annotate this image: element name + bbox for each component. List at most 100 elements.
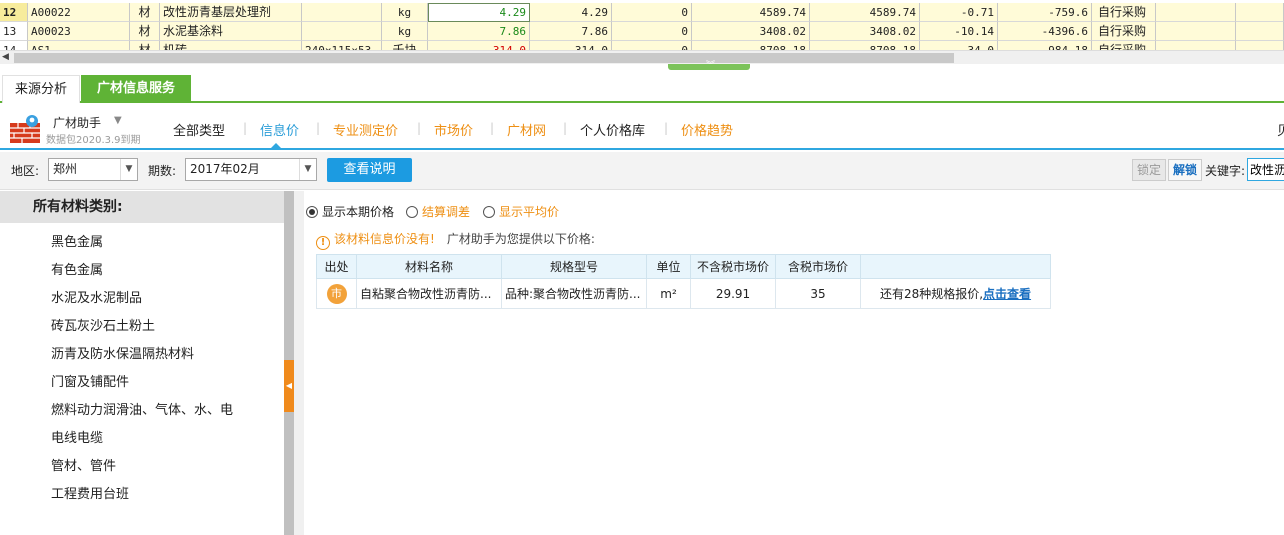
tab-professional-price[interactable]: 专业测定价	[333, 120, 398, 140]
collapse-grip[interactable]: ︾	[668, 61, 750, 71]
price-cell[interactable]: 4.29	[428, 3, 530, 22]
source-cell[interactable]: 自行采购	[1092, 22, 1156, 41]
material-name-cell[interactable]: 自粘聚合物改性沥青防...	[356, 278, 502, 309]
value2-cell[interactable]: 4589.74	[810, 3, 920, 22]
diff-cell[interactable]: -10.14	[920, 22, 998, 41]
table-row[interactable]: 13 A00023 材 水泥基涂料 kg 7.86 7.86 0 3408.02…	[0, 22, 1284, 41]
radio-unchecked-icon[interactable]	[406, 206, 418, 218]
type-cell[interactable]: 材	[130, 3, 160, 22]
price-ex-tax-cell[interactable]: 29.91	[690, 278, 776, 309]
type-cell[interactable]: 材	[130, 22, 160, 41]
category-item[interactable]: 沥青及防水保温隔热材料	[51, 343, 194, 363]
tab-info-price[interactable]: 信息价	[260, 120, 299, 140]
type-cell[interactable]: 材	[130, 41, 160, 50]
code-cell[interactable]: AS1	[28, 41, 130, 50]
view-explanation-button[interactable]: 查看说明	[327, 158, 412, 182]
category-item[interactable]: 水泥及水泥制品	[51, 287, 142, 307]
panel-splitter[interactable]: ︾	[0, 61, 1284, 72]
zero-cell[interactable]: 0	[612, 3, 692, 22]
value2-cell[interactable]: 8708.18	[810, 41, 920, 50]
category-item[interactable]: 电线电缆	[51, 427, 103, 447]
scroll-left-icon[interactable]: ◀	[2, 52, 9, 62]
unit-cell[interactable]: kg	[382, 3, 428, 22]
code-cell[interactable]: A00023	[28, 22, 130, 41]
category-item[interactable]: 管材、管件	[51, 455, 116, 475]
radio-average-price[interactable]: 显示平均价	[483, 203, 559, 219]
tab-all-types[interactable]: 全部类型	[173, 120, 225, 140]
code-cell[interactable]: A00022	[28, 3, 130, 22]
price-in-tax-cell[interactable]: 35	[775, 278, 861, 309]
category-item[interactable]: 工程费用台班	[51, 483, 129, 503]
value-cell[interactable]: 8708.18	[692, 41, 810, 50]
table-row[interactable]: 12 A00022 材 改性沥青基层处理剂 kg 4.29 4.29 0 458…	[0, 3, 1284, 22]
brand-name[interactable]: 广材助手	[53, 114, 101, 131]
scrollbar-thumb[interactable]	[14, 53, 954, 63]
category-item[interactable]: 门窗及铺配件	[51, 371, 129, 391]
spec-cell[interactable]: 品种:聚合物改性沥青防...	[501, 278, 647, 309]
category-item[interactable]: 燃料动力润滑油、气体、水、电	[51, 399, 233, 419]
source-cell[interactable]: 自行采购	[1092, 3, 1156, 22]
unit-cell[interactable]: 千块	[382, 41, 428, 50]
price-cell[interactable]: 7.86	[428, 22, 530, 41]
chevron-down-icon[interactable]: ▼	[120, 159, 137, 180]
horizontal-scrollbar[interactable]: ◀	[0, 50, 1284, 64]
view-more-link[interactable]: 点击查看	[983, 287, 1031, 301]
diff-cell[interactable]: -0.71	[920, 3, 998, 22]
extra-cell[interactable]	[1156, 41, 1236, 50]
diff2-cell[interactable]: -984.18	[998, 41, 1092, 50]
tab-source-analysis[interactable]: 来源分析	[2, 75, 80, 103]
period-select[interactable]: 2017年02月 ▼	[185, 158, 317, 181]
diff2-cell[interactable]: -759.6	[998, 3, 1092, 22]
unit-cell[interactable]: m²	[646, 278, 691, 309]
name-cell[interactable]: 水泥基涂料	[160, 22, 302, 41]
tab-gcw-site[interactable]: 广材网	[507, 120, 546, 140]
zero-cell[interactable]: 0	[612, 22, 692, 41]
row-number[interactable]: 12	[0, 3, 28, 22]
price2-cell[interactable]: 4.29	[530, 3, 612, 22]
spec-cell[interactable]	[302, 22, 382, 41]
name-cell[interactable]: 机砖	[160, 41, 302, 50]
extra-cell[interactable]	[1236, 3, 1284, 22]
tab-personal-price-lib[interactable]: 个人价格库	[580, 120, 645, 140]
diff-cell[interactable]: -34.0	[920, 41, 998, 50]
name-cell[interactable]: 改性沥青基层处理剂	[160, 3, 302, 22]
extra-cell[interactable]	[1236, 22, 1284, 41]
zero-cell[interactable]: 0	[612, 41, 692, 50]
spec-cell[interactable]: 240×115×53	[302, 41, 382, 50]
radio-settlement-adjust[interactable]: 结算调差	[406, 203, 470, 219]
value-cell[interactable]: 4589.74	[692, 3, 810, 22]
collapse-sidebar-icon[interactable]: ◀	[284, 360, 294, 412]
source-cell[interactable]: 自行采购	[1092, 41, 1156, 50]
tab-price-trend[interactable]: 价格趋势	[681, 120, 733, 140]
diff2-cell[interactable]: -4396.6	[998, 22, 1092, 41]
category-item[interactable]: 砖瓦灰沙石土粉土	[51, 315, 155, 335]
keyword-input[interactable]	[1247, 158, 1284, 181]
row-number[interactable]: 14	[0, 41, 28, 50]
price-cell[interactable]: 314.0	[428, 41, 530, 50]
value2-cell[interactable]: 3408.02	[810, 22, 920, 41]
lock-button[interactable]: 锁定	[1132, 159, 1166, 181]
table-row[interactable]: 市 自粘聚合物改性沥青防... 品种:聚合物改性沥青防... m² 29.91 …	[316, 278, 1051, 309]
market-badge-icon: 市	[326, 283, 347, 304]
extra-cell[interactable]	[1236, 41, 1284, 50]
region-select[interactable]: 郑州 ▼	[48, 158, 138, 181]
spec-cell[interactable]	[302, 3, 382, 22]
unlock-button[interactable]: 解锁	[1168, 159, 1202, 181]
category-item[interactable]: 黑色金属	[51, 231, 103, 251]
chevron-down-icon[interactable]: ▼	[299, 159, 316, 180]
price2-cell[interactable]: 7.86	[530, 22, 612, 41]
extra-cell[interactable]	[1156, 3, 1236, 22]
radio-current-price[interactable]: 显示本期价格	[306, 203, 394, 219]
extra-cell[interactable]	[1156, 22, 1236, 41]
radio-checked-icon[interactable]	[306, 206, 318, 218]
unit-cell[interactable]: kg	[382, 22, 428, 41]
row-number[interactable]: 13	[0, 22, 28, 41]
tab-info-service[interactable]: 广材信息服务	[81, 75, 191, 103]
radio-unchecked-icon[interactable]	[483, 206, 495, 218]
category-item[interactable]: 有色金属	[51, 259, 103, 279]
table-row[interactable]: 14 AS1 材 机砖 240×115×53 千块 314.0 314.0 0 …	[0, 41, 1284, 50]
value-cell[interactable]: 3408.02	[692, 22, 810, 41]
tab-market-price[interactable]: 市场价	[434, 120, 473, 140]
price2-cell[interactable]: 314.0	[530, 41, 612, 50]
caret-down-icon[interactable]: ▼	[114, 115, 122, 126]
